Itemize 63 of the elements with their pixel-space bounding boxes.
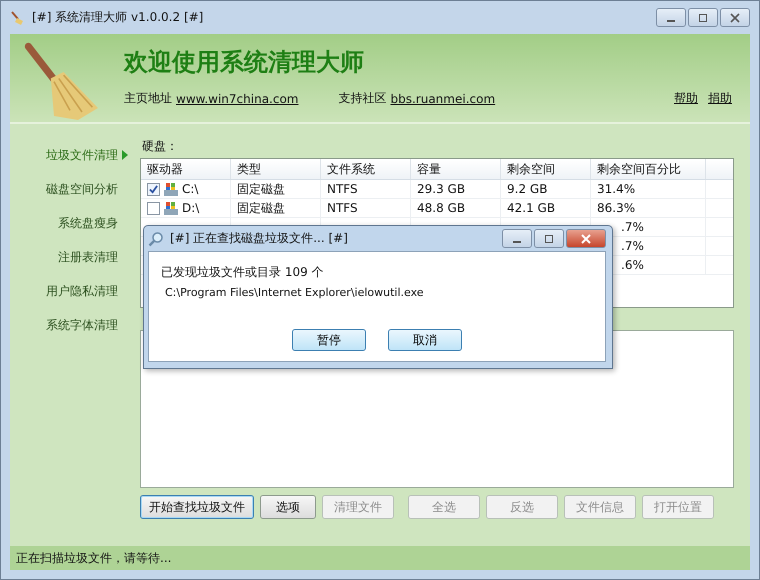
table-cell: 固定磁盘 — [237, 200, 285, 216]
close-button[interactable] — [720, 8, 750, 27]
dialog-button[interactable]: 取消 — [388, 329, 462, 351]
drive-icon — [163, 181, 179, 197]
close-icon — [730, 12, 740, 22]
minimize-button[interactable] — [656, 8, 686, 27]
arrow-icon — [122, 150, 128, 160]
checkbox[interactable] — [147, 182, 160, 196]
search-icon — [148, 230, 164, 246]
section-label: 硬盘： — [142, 138, 178, 155]
community-label: 支持社区 — [338, 90, 386, 107]
maximize-icon — [544, 234, 554, 244]
table-cell: .6% — [621, 258, 644, 272]
sidebar-item[interactable]: 系统盘瘦身 — [58, 214, 128, 232]
column-header[interactable]: 剩余空间百分比 — [591, 159, 706, 179]
sidebar-item[interactable]: 磁盘空间分析 — [46, 180, 128, 198]
sidebar-item[interactable]: 注册表清理 — [58, 248, 128, 266]
table-cell: 31.4% — [597, 182, 636, 196]
drive-icon — [163, 200, 179, 216]
action-button[interactable]: 选项 — [260, 495, 316, 519]
community-link[interactable]: bbs.ruanmei.com — [390, 92, 496, 106]
window-title: [#] 系统清理大师 v1.0.0.2 [#] — [32, 9, 204, 26]
table-cell: .7% — [621, 239, 644, 253]
table-cell: NTFS — [327, 182, 358, 196]
app-heading: 欢迎使用系统清理大师 — [124, 47, 364, 78]
checkbox[interactable] — [147, 202, 160, 214]
table-cell: 9.2 GB — [507, 182, 548, 196]
dialog-title: [#] 正在查找磁盘垃圾文件... [#] — [170, 230, 348, 247]
file-path-text: C:\Program Files\Internet Explorer\ielowutil.exe — [165, 286, 424, 299]
sidebar-item[interactable]: 用户隐私清理 — [46, 282, 128, 300]
minimize-button[interactable] — [502, 229, 532, 248]
found-count-text: 已发现垃圾文件或目录 109 个 — [161, 264, 324, 281]
maximize-button[interactable] — [534, 229, 564, 248]
table-cell: .7% — [621, 220, 644, 234]
minimize-icon — [513, 240, 521, 242]
column-header[interactable]: 容量 — [411, 159, 501, 179]
column-header[interactable]: 剩余空间 — [501, 159, 591, 179]
column-header[interactable]: 类型 — [231, 159, 321, 179]
minimize-icon — [667, 20, 675, 22]
column-header[interactable]: 文件系统 — [321, 159, 411, 179]
table-cell: 29.3 GB — [417, 182, 466, 196]
table-cell: 固定磁盘 — [237, 180, 285, 198]
table-cell: D:\ — [182, 201, 200, 215]
table-cell: 48.8 GB — [417, 201, 466, 215]
sidebar-item[interactable]: 垃圾文件清理 — [46, 146, 128, 164]
header-link[interactable]: 帮助 — [674, 90, 698, 107]
header-link[interactable]: 捐助 — [708, 90, 732, 107]
table-cell: 86.3% — [597, 201, 636, 215]
action-button[interactable]: 开始查找垃圾文件 — [140, 495, 254, 519]
table-cell: 42.1 GB — [507, 201, 556, 215]
maximize-icon — [698, 12, 708, 22]
close-icon — [581, 234, 591, 244]
table-cell: C:\ — [182, 182, 198, 196]
maximize-button[interactable] — [688, 8, 718, 27]
status-text: 正在扫描垃圾文件，请等待... — [16, 550, 172, 566]
broom-icon — [10, 10, 26, 26]
sidebar-item[interactable]: 系统字体清理 — [46, 316, 128, 334]
homepage-label: 主页地址 — [124, 90, 172, 107]
column-header[interactable]: 驱动器 — [141, 159, 231, 179]
table-cell: NTFS — [327, 201, 358, 215]
close-button[interactable] — [566, 229, 606, 248]
dialog-button[interactable]: 暂停 — [292, 329, 366, 351]
homepage-link[interactable]: www.win7china.com — [176, 92, 298, 106]
